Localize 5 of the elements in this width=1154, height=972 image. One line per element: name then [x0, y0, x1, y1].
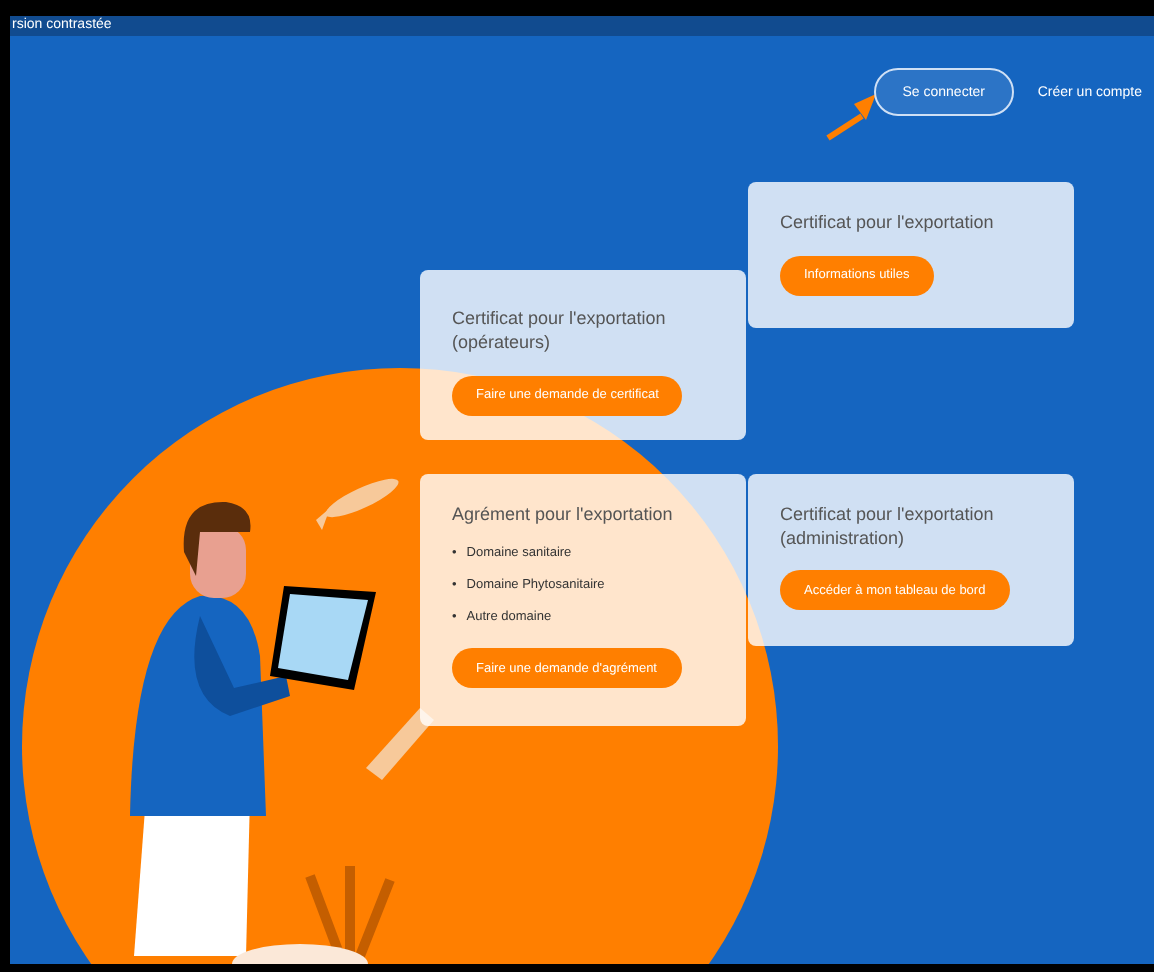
card-title: Certificat pour l'exportation	[780, 210, 996, 234]
pointer-arrow-icon	[826, 94, 876, 141]
card-title: Certificat pour l'exportation (administration)	[780, 501, 996, 549]
card-title: Certificat pour l'exportation (opérateurs)	[452, 306, 668, 354]
card-title: Agrément pour l'exportation	[452, 501, 675, 525]
